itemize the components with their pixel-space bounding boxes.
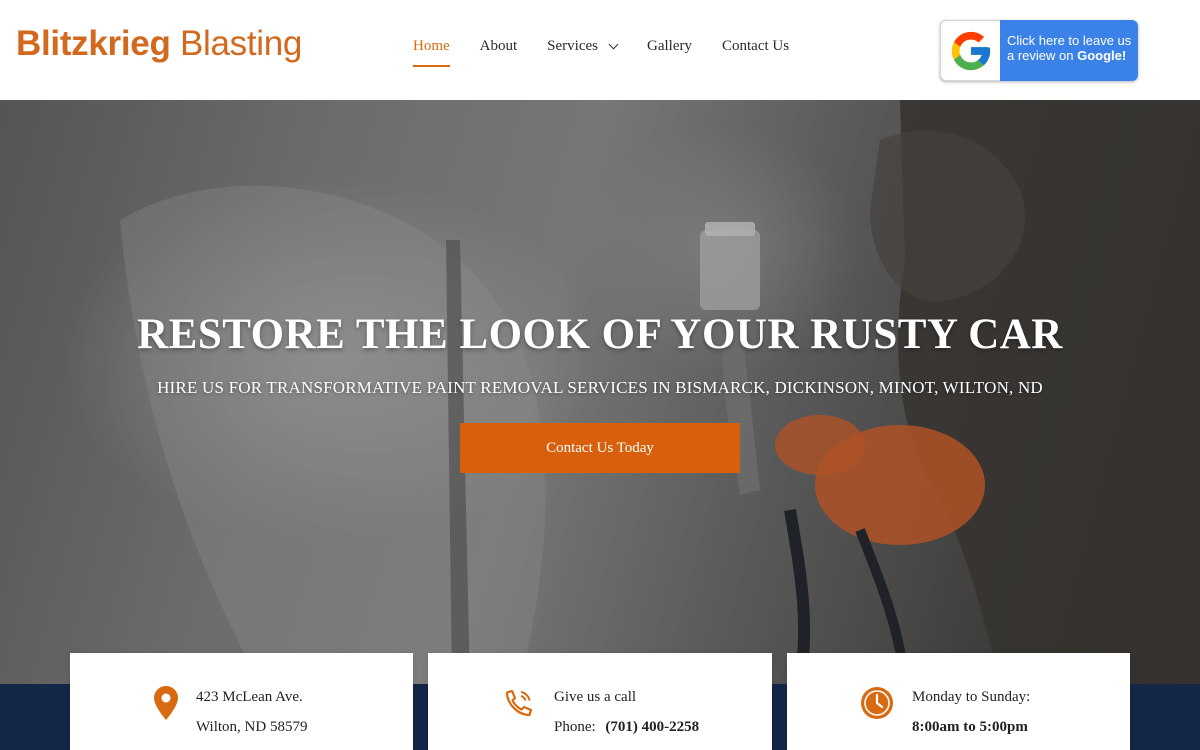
phone-line2: Phone: (701) 400-2258 <box>554 719 699 736</box>
nav-contact-us[interactable]: Contact Us <box>722 38 789 55</box>
site-logo[interactable]: Blitzkrieg Blasting <box>16 24 302 64</box>
google-review-line1: Click here to leave us <box>1007 33 1132 48</box>
nav-home[interactable]: Home <box>413 38 450 67</box>
address-line2: Wilton, ND 58579 <box>196 719 308 735</box>
main-nav: Home About Services Gallery Contact Us <box>413 38 819 67</box>
phone-icon <box>501 685 537 721</box>
address-card: 423 McLean Ave. Wilton, ND 58579 <box>70 653 413 750</box>
phone-label: Phone: <box>554 719 596 735</box>
hero-title: RESTORE THE LOOK OF YOUR RUSTY CAR <box>137 311 1063 358</box>
google-review-line2: a review on Google! <box>1007 48 1138 63</box>
hero-subtitle: HIRE US FOR TRANSFORMATIVE PAINT REMOVAL… <box>157 378 1043 397</box>
hours-line2: 8:00am to 5:00pm <box>912 719 1028 736</box>
address-line1: 423 McLean Ave. <box>196 689 303 705</box>
google-g-icon <box>940 20 1000 81</box>
contact-us-today-button[interactable]: Contact Us Today <box>460 423 740 473</box>
phone-number-link[interactable]: (701) 400-2258 <box>605 719 699 735</box>
phone-line1: Give us a call <box>554 689 637 705</box>
logo-bold-text: Blitzkrieg <box>16 24 171 63</box>
google-review-prefix: a review on <box>1007 48 1074 63</box>
nav-about[interactable]: About <box>480 38 518 55</box>
hours-card: Monday to Sunday: 8:00am to 5:00pm <box>787 653 1130 750</box>
nav-gallery[interactable]: Gallery <box>647 38 692 55</box>
google-review-button[interactable]: Click here to leave us a review on Googl… <box>940 20 1138 81</box>
map-pin-icon <box>148 685 184 721</box>
google-review-brand: Google! <box>1077 48 1127 63</box>
phone-card: Give us a call Phone: (701) 400-2258 <box>428 653 772 750</box>
site-header: Blitzkrieg Blasting Home About Services … <box>0 0 1200 100</box>
hero-section: RESTORE THE LOOK OF YOUR RUSTY CAR HIRE … <box>0 100 1200 684</box>
google-review-text: Click here to leave us a review on Googl… <box>1000 20 1138 81</box>
clock-icon <box>859 685 895 721</box>
chevron-down-icon <box>608 39 619 49</box>
nav-services[interactable]: Services <box>547 38 619 55</box>
hours-value: 8:00am to 5:00pm <box>912 719 1028 735</box>
logo-light-text: Blasting <box>179 24 303 63</box>
hours-line1: Monday to Sunday: <box>912 689 1031 705</box>
nav-services-label: Services <box>547 38 598 54</box>
